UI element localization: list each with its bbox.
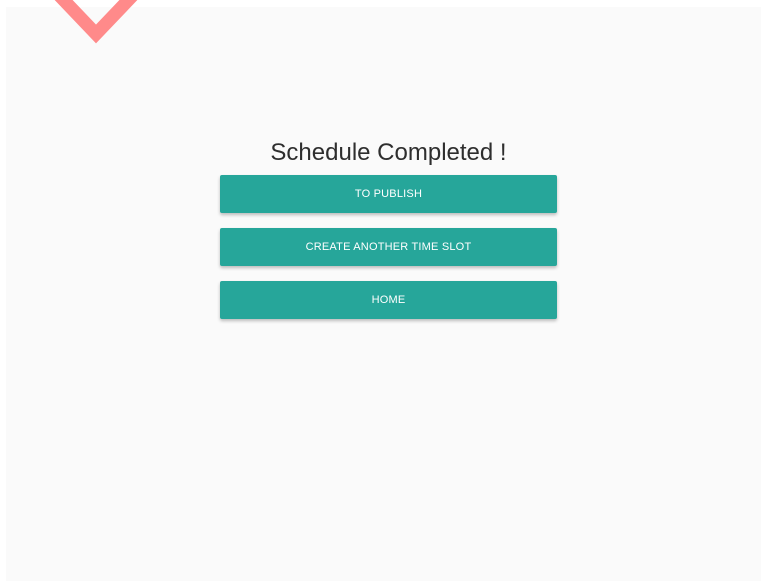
- home-label: HOME: [371, 294, 406, 306]
- create-another-time-slot-button[interactable]: CREATE ANOTHER TIME SLOT: [220, 228, 557, 266]
- to-publish-button[interactable]: TO PUBLISH: [220, 175, 557, 213]
- completion-panel: Schedule Completed ! TO PUBLISH CREATE A…: [220, 136, 557, 334]
- to-publish-label: TO PUBLISH: [354, 188, 423, 200]
- page-title: Schedule Completed !: [270, 139, 507, 166]
- chevron-down-icon: [54, 0, 138, 44]
- home-button[interactable]: HOME: [220, 281, 557, 319]
- create-another-time-slot-label: CREATE ANOTHER TIME SLOT: [305, 241, 472, 253]
